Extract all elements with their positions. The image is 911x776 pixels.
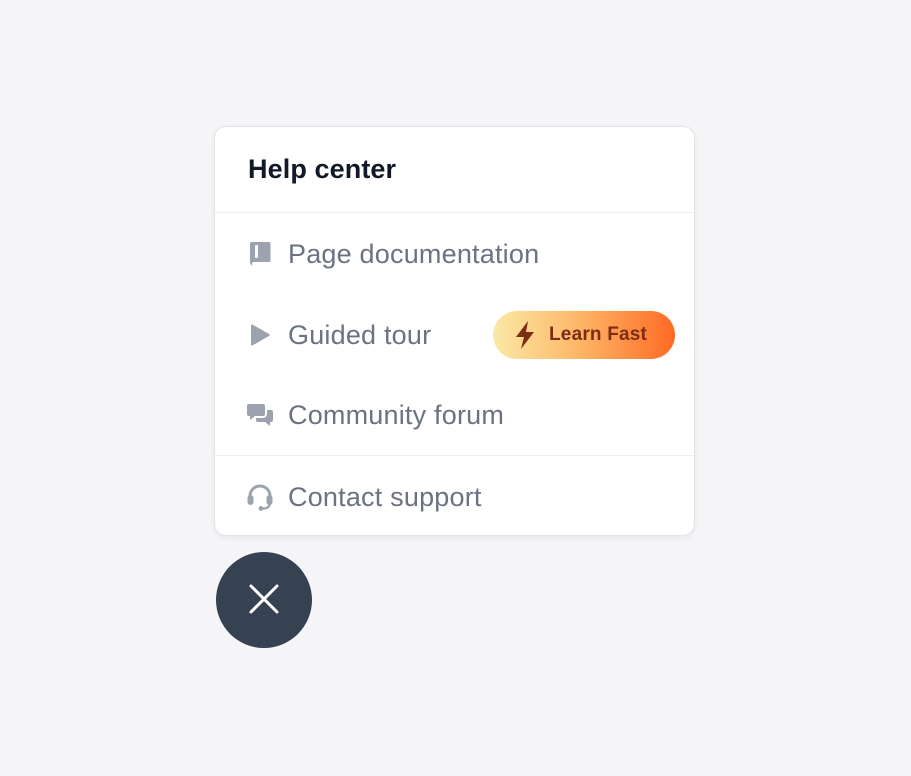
help-center-header: Help center bbox=[215, 127, 694, 213]
menu-item-contact-support[interactable]: Contact support bbox=[215, 456, 694, 538]
menu-item-page-documentation[interactable]: Page documentation bbox=[215, 213, 694, 295]
menu-item-label: Contact support bbox=[288, 481, 482, 512]
play-icon bbox=[246, 321, 274, 349]
help-center-title: Help center bbox=[248, 154, 397, 184]
support-menu-list: Contact support bbox=[215, 456, 694, 538]
book-icon bbox=[246, 240, 274, 268]
lightning-bolt-icon bbox=[511, 321, 539, 349]
menu-item-label: Community forum bbox=[288, 399, 505, 430]
menu-item-label: Guided tour bbox=[288, 319, 432, 350]
help-menu-list: Page documentation Guided tour Learn Fas… bbox=[215, 213, 694, 455]
menu-item-guided-tour[interactable]: Guided tour Learn Fast bbox=[215, 295, 694, 375]
badge-label: Learn Fast bbox=[549, 324, 648, 345]
close-icon bbox=[247, 582, 281, 619]
headset-icon bbox=[246, 483, 274, 511]
menu-item-label: Page documentation bbox=[288, 238, 540, 269]
menu-item-community-forum[interactable]: Community forum bbox=[215, 375, 694, 455]
chat-bubbles-icon bbox=[246, 401, 274, 429]
close-help-button[interactable] bbox=[216, 552, 312, 648]
learn-fast-badge: Learn Fast bbox=[493, 311, 675, 359]
help-center-menu: Help center Page documentation Guided to… bbox=[214, 126, 695, 536]
